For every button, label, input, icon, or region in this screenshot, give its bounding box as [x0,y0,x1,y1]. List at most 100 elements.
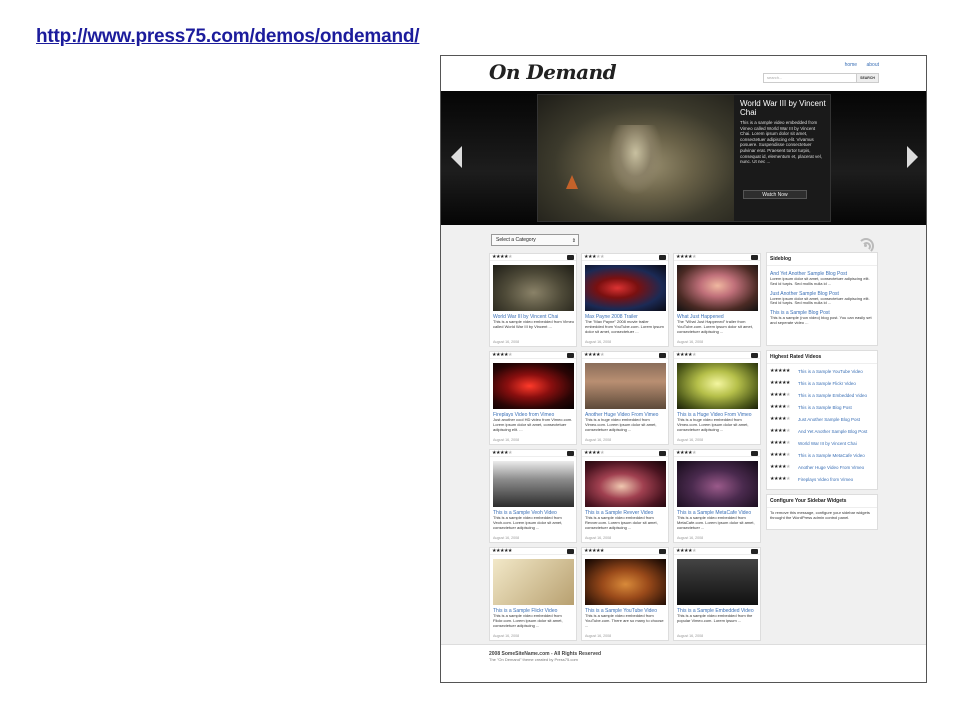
video-date: August 16, 2008 [493,634,520,638]
card-meta: ★★★★★ [582,450,668,457]
star-rating-icon[interactable]: ★★★★★ [492,548,512,555]
star-rating-icon: ★★★★★ [770,428,790,434]
highest-rated-link[interactable]: Just Another Sample Blog Post [798,417,860,422]
card-meta: ★★★★★ [490,450,576,457]
highest-rated-link[interactable]: Fireplays Video from Vimeo [798,477,853,482]
comment-bubble-icon[interactable] [659,255,666,260]
highest-rated-item: ★★★★★ Just Another Sample Blog Post [770,413,874,425]
video-card: ★★★★★ This is a Sample Embedded Video This… [673,547,761,641]
card-meta: ★★★★★ [490,548,576,555]
video-thumbnail[interactable] [493,265,574,311]
star-rating-icon: ★★★★★ [770,380,790,386]
video-date: August 16, 2008 [493,438,520,442]
robot-image [608,125,663,195]
highest-rated-link[interactable]: And Yet Another Sample Blog Post [798,429,867,434]
featured-thumbnail[interactable] [538,95,734,221]
category-bar: Select a Category ⇕ [491,234,879,254]
video-card: ★★★★★ This is a Sample Veoh Video This is … [489,449,577,543]
highest-rated-link[interactable]: Another Huge Video From Vimeo [798,465,864,470]
comment-bubble-icon[interactable] [751,255,758,260]
comment-bubble-icon[interactable] [751,451,758,456]
video-thumbnail[interactable] [585,461,666,507]
video-thumbnail[interactable] [585,559,666,605]
comment-bubble-icon[interactable] [567,255,574,260]
video-description: This is a sample video embedded from Rev… [585,515,658,530]
featured-video: World War III by Vincent Chai This is a … [537,94,831,222]
star-rating-icon[interactable]: ★★★★★ [492,254,512,261]
nav-home[interactable]: home [845,62,858,68]
comment-bubble-icon[interactable] [567,353,574,358]
comment-bubble-icon[interactable] [567,549,574,554]
select-arrows-icon: ⇕ [571,238,576,244]
star-rating-icon[interactable]: ★★★★★ [584,254,604,261]
card-meta: ★★★★★ [674,548,760,555]
rss-icon[interactable] [858,234,879,254]
search-input[interactable]: search... SEARCH [763,73,879,83]
card-meta: ★★★★★ [674,450,760,457]
video-thumbnail[interactable] [493,363,574,409]
video-thumbnail[interactable] [493,461,574,507]
highest-rated-link[interactable]: This is a Sample Embedded Video [798,393,867,398]
category-select[interactable]: Select a Category ⇕ [491,234,579,246]
highest-rated-link[interactable]: This is a Sample Flickr Video [798,381,856,386]
sideblog-excerpt: This is a sample (non video) blog post. … [770,315,872,325]
star-rating-icon[interactable]: ★★★★★ [676,548,696,555]
video-description: Just another cool HD video from Vimeo.co… [493,417,573,432]
site-logo[interactable]: On Demand [489,60,617,84]
video-card: ★★★★★ This is a Sample YouTube Video This … [581,547,669,641]
nav-about[interactable]: about [866,62,879,68]
configure-widget: Configure Your Sidebar Widgets To remove… [766,494,878,530]
video-thumbnail[interactable] [493,559,574,605]
video-card: ★★★★★ Another Huge Video From Vimeo This i… [581,351,669,445]
star-rating-icon[interactable]: ★★★★★ [584,450,604,457]
footer-credit: The "On Demand" theme created by Press75… [489,657,578,662]
highest-rated-link[interactable]: This is a Sample YouTube Video [798,369,863,374]
video-thumbnail[interactable] [677,559,758,605]
search-button[interactable]: SEARCH [856,74,878,82]
star-rating-icon[interactable]: ★★★★★ [492,352,512,359]
star-rating-icon[interactable]: ★★★★★ [492,450,512,457]
video-thumbnail[interactable] [677,265,758,311]
highest-rated-item: ★★★★★ And Yet Another Sample Blog Post [770,425,874,437]
highest-rated-item: ★★★★★ This is a Sample Blog Post [770,401,874,413]
video-date: August 16, 2008 [677,438,704,442]
video-date: August 16, 2008 [677,536,704,540]
watch-now-button[interactable]: Watch Now [743,190,807,199]
sideblog-item: Just Another Sample Blog Post Lorem ipsum… [770,291,874,307]
star-rating-icon[interactable]: ★★★★★ [676,352,696,359]
card-meta: ★★★★★ [582,352,668,359]
star-rating-icon[interactable]: ★★★★★ [676,450,696,457]
next-arrow-icon[interactable] [907,146,918,168]
website-screenshot: On Demand home about search... SEARCH Wo… [440,55,927,683]
prev-arrow-icon[interactable] [451,146,462,168]
comment-bubble-icon[interactable] [659,549,666,554]
video-date: August 16, 2008 [677,340,704,344]
comment-bubble-icon[interactable] [659,451,666,456]
highest-rated-link[interactable]: World War III by Vincent Chai [798,441,857,446]
video-thumbnail[interactable] [585,363,666,409]
comment-bubble-icon[interactable] [751,353,758,358]
featured-title: World War III by Vincent Chai [740,99,826,117]
highest-rated-link[interactable]: This is a Sample Blog Post [798,405,852,410]
video-card: ★★★★★ This is a Sample Flickr Video This i… [489,547,577,641]
configure-heading: Configure Your Sidebar Widgets [767,495,877,508]
highest-rated-link[interactable]: This is a Sample MetaCafe Video [798,453,865,458]
star-rating-icon[interactable]: ★★★★★ [676,254,696,261]
star-rating-icon[interactable]: ★★★★★ [584,548,604,555]
video-thumbnail[interactable] [585,265,666,311]
video-date: August 16, 2008 [585,536,612,540]
comment-bubble-icon[interactable] [567,451,574,456]
card-meta: ★★★★★ [490,352,576,359]
video-thumbnail[interactable] [677,363,758,409]
video-thumbnail[interactable] [677,461,758,507]
category-select-label: Select a Category [496,237,536,243]
demo-url-link[interactable]: http://www.press75.com/demos/ondemand/ [36,26,420,48]
configure-body: To remove this message, configure your s… [767,508,877,524]
video-date: August 16, 2008 [677,634,704,638]
comment-bubble-icon[interactable] [751,549,758,554]
highest-rated-widget: Highest Rated Videos ★★★★★ This is a Samp… [766,350,878,490]
site-footer: 2008 SomeSiteName.com - All Rights Reser… [441,644,926,682]
star-rating-icon[interactable]: ★★★★★ [584,352,604,359]
comment-bubble-icon[interactable] [659,353,666,358]
star-rating-icon: ★★★★★ [770,452,790,458]
